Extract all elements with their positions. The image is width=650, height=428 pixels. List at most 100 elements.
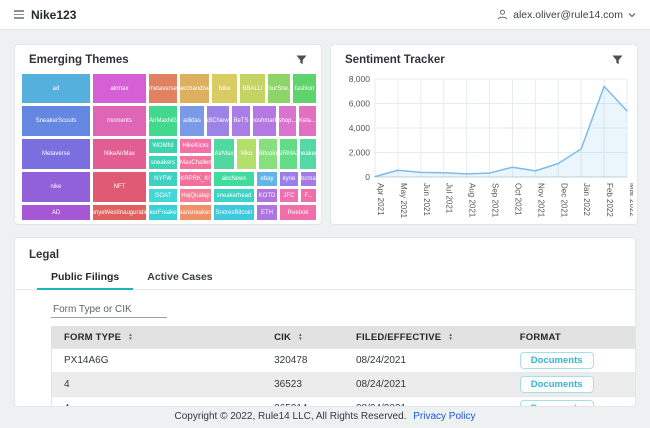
table-row: 436521408/24/2021Documents <box>52 397 637 408</box>
treemap-tile[interactable]: ETH <box>256 204 278 221</box>
svg-text:Feb 2022: Feb 2022 <box>605 183 614 217</box>
treemap-tile[interactable]: AirMaxChallenge <box>179 155 212 170</box>
treemap-tile[interactable]: NYFW <box>148 171 178 187</box>
table-cell: 320478 <box>262 349 344 373</box>
svg-text:Mar 2022: Mar 2022 <box>628 183 633 217</box>
treemap: adairmaxmetaversemerchandisesNikeBBALLIY… <box>21 73 317 221</box>
svg-text:Jan 2022: Jan 2022 <box>582 183 591 216</box>
treemap-tile[interactable]: KOTD <box>256 188 278 203</box>
treemap-tile[interactable]: AIRMAX <box>279 138 298 170</box>
sentiment-tracker-card: Sentiment Tracker 02,0004,0006,0008,000A… <box>330 44 638 225</box>
filings-body: PX14A6G32047808/24/2021Documents43652308… <box>52 349 637 408</box>
table-row: 43652308/24/2021Documents <box>52 373 637 397</box>
treemap-tile[interactable]: Sneakerly <box>299 138 317 170</box>
treemap-tile[interactable]: SneakerScouts <box>21 105 91 137</box>
filter-icon[interactable] <box>612 55 623 65</box>
emerging-themes-title: Emerging Themes <box>29 54 129 66</box>
treemap-tile[interactable]: JFC <box>279 188 299 203</box>
treemap-tile[interactable]: kyrie <box>279 171 299 187</box>
documents-button[interactable]: Documents <box>520 352 594 369</box>
treemap-tile[interactable]: SnoresBitcoin <box>213 204 255 221</box>
svg-text:6,000: 6,000 <box>349 99 371 109</box>
treemap-tile[interactable]: abcNews <box>213 171 255 187</box>
sort-icon[interactable]: ▲▼ <box>448 333 453 341</box>
treemap-tile[interactable]: HajQualap <box>179 188 212 203</box>
svg-text:4,000: 4,000 <box>349 123 371 133</box>
treemap-tile[interactable]: ebay <box>256 171 278 187</box>
documents-button[interactable]: Documents <box>520 400 594 407</box>
treemap-tile[interactable]: NikeAirMax <box>92 138 147 170</box>
table-row: PX14A6G32047808/24/2021Documents <box>52 349 637 373</box>
treemap-tile[interactable]: adidas <box>179 105 205 137</box>
treemap-tile[interactable]: Nike <box>211 73 238 104</box>
treemap-tile[interactable]: moments <box>92 105 147 137</box>
table-cell-format: Documents <box>508 373 636 397</box>
treemap-tile[interactable]: ABCNews <box>206 105 230 137</box>
treemap-tile[interactable]: BeTS <box>231 105 251 137</box>
treemap-tile[interactable]: yaansneaker... <box>179 204 212 221</box>
tab-active-cases[interactable]: Active Cases <box>133 268 226 289</box>
legal-tabs: Public Filings Active Cases <box>15 268 635 290</box>
privacy-policy-link[interactable]: Privacy Policy <box>413 411 475 422</box>
treemap-tile[interactable]: BBALLI <box>239 73 266 104</box>
treemap-tile[interactable]: Metaverse <box>21 138 91 170</box>
svg-text:Aug 2021: Aug 2021 <box>468 183 477 218</box>
column-header-cik[interactable]: CIK▲▼ <box>262 327 344 349</box>
svg-text:May 2021: May 2021 <box>399 183 408 219</box>
table-cell-format: Documents <box>508 397 636 408</box>
treemap-tile[interactable]: SNKRPRK_KI_KI <box>179 171 212 187</box>
user-menu[interactable]: alex.oliver@rule14.com <box>497 9 636 21</box>
treemap-tile[interactable]: KanyeWestInauguration <box>92 204 147 221</box>
sentiment-chart: 02,0004,0006,0008,000Apr 2021May 2021Jun… <box>337 73 633 221</box>
filings-table: FORM TYPE▲▼CIK▲▼FILED/EFFECTIVE▲▼FORMAT … <box>51 326 636 407</box>
chevron-down-icon <box>628 12 636 18</box>
treemap-tile[interactable]: metaverse <box>148 73 178 104</box>
treemap-tile[interactable]: Niko <box>236 138 257 170</box>
table-cell: 08/24/2021 <box>344 397 508 408</box>
treemap-tile[interactable]: AirMaxNG <box>148 105 178 137</box>
brand-title: Nike123 <box>31 8 76 22</box>
footer: Copyright © 2022, Rule14 LLC, All Rights… <box>0 411 650 422</box>
svg-text:0: 0 <box>365 172 370 182</box>
form-type-cik-input[interactable] <box>51 302 167 318</box>
svg-text:Jul 2021: Jul 2021 <box>445 183 454 214</box>
treemap-tile[interactable]: shop... <box>278 105 297 137</box>
treemap-tile[interactable]: merchandises <box>179 73 210 104</box>
treemap-tile[interactable]: poshmark <box>252 105 277 137</box>
svg-text:Nov 2021: Nov 2021 <box>536 183 545 218</box>
treemap-tile[interactable]: Kela... <box>298 105 317 137</box>
treemap-tile[interactable]: fashion <box>292 73 317 104</box>
svg-text:Apr 2021: Apr 2021 <box>376 183 385 216</box>
treemap-tile[interactable]: F... <box>300 188 317 203</box>
treemap-tile[interactable]: SneakerFreakerFam <box>148 204 178 221</box>
treemap-tile[interactable]: sneakerhead <box>213 188 255 203</box>
treemap-tile[interactable]: YourSne... <box>267 73 291 104</box>
sort-icon[interactable]: ▲▼ <box>298 333 303 341</box>
treemap-tile[interactable]: Bitcoin <box>258 138 278 170</box>
treemap-tile[interactable]: AD <box>21 204 91 221</box>
treemap-tile[interactable]: airmax <box>92 73 147 104</box>
treemap-tile[interactable]: Reebok <box>279 204 317 221</box>
user-icon <box>497 9 508 20</box>
sort-icon[interactable]: ▲▼ <box>128 333 133 341</box>
filter-icon[interactable] <box>296 55 307 65</box>
table-cell: 36523 <box>262 373 344 397</box>
svg-text:Sep 2021: Sep 2021 <box>491 183 500 218</box>
treemap-tile[interactable]: HikeKicks <box>179 138 212 154</box>
svg-text:Dec 2021: Dec 2021 <box>559 183 568 218</box>
menu-icon[interactable] <box>14 10 24 19</box>
treemap-tile[interactable]: sneakers <box>148 155 178 170</box>
treemap-tile[interactable]: GOAT <box>148 188 178 203</box>
treemap-tile[interactable]: ad <box>21 73 91 104</box>
treemap-tile[interactable]: NFT <box>92 171 147 203</box>
column-header-filed-effective[interactable]: FILED/EFFECTIVE▲▼ <box>344 327 508 349</box>
documents-button[interactable]: Documents <box>520 376 594 393</box>
column-header-format: FORMAT <box>508 327 636 349</box>
treemap-tile[interactable]: WOMNI <box>148 138 178 154</box>
treemap-tile[interactable]: nike <box>21 171 91 203</box>
table-cell: 08/24/2021 <box>344 349 508 373</box>
tab-public-filings[interactable]: Public Filings <box>37 268 133 289</box>
column-header-form-type[interactable]: FORM TYPE▲▼ <box>52 327 263 349</box>
treemap-tile[interactable]: abcmart <box>300 171 317 187</box>
treemap-tile[interactable]: AirMax <box>213 138 235 170</box>
